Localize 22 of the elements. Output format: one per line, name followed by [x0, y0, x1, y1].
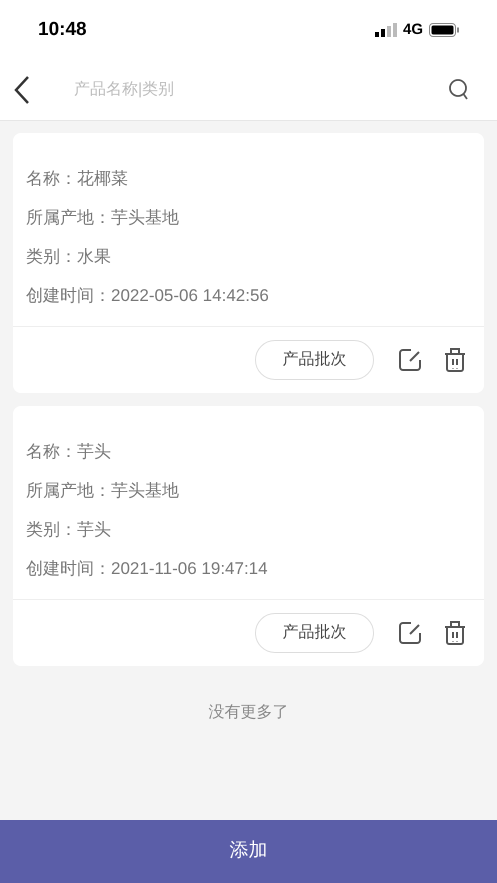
batch-button[interactable]: 产品批次 — [255, 340, 374, 380]
product-detail: 所属产地：芋头基地 — [26, 206, 180, 228]
end-note: 没有更多了 — [208, 703, 290, 723]
back-icon[interactable] — [14, 75, 30, 105]
product-detail: 所属产地：芋头基地 — [26, 480, 180, 502]
edit-icon[interactable] — [398, 621, 422, 645]
product-detail: 创建时间：2021-11-06 19:47:14 — [26, 558, 269, 580]
add-button[interactable]: 添加 — [0, 820, 497, 883]
delete-icon[interactable] — [444, 347, 466, 373]
product-detail: 类别：水果 — [26, 246, 112, 268]
batch-button[interactable]: 产品批次 — [255, 613, 374, 653]
battery-icon — [429, 23, 459, 37]
product-detail: 创建时间：2022-05-06 14:42:56 — [26, 284, 270, 306]
delete-icon[interactable] — [444, 620, 466, 646]
search-icon[interactable] — [448, 78, 470, 102]
product-detail: 名称：花椰菜 — [26, 168, 129, 190]
network-label: 4G — [402, 20, 423, 40]
product-detail: 名称：芋头 — [26, 440, 112, 462]
status-time: 10:48 — [38, 18, 87, 42]
product-detail: 类别：芋头 — [26, 518, 112, 540]
edit-icon[interactable] — [398, 348, 422, 372]
signal-icon — [374, 23, 397, 37]
